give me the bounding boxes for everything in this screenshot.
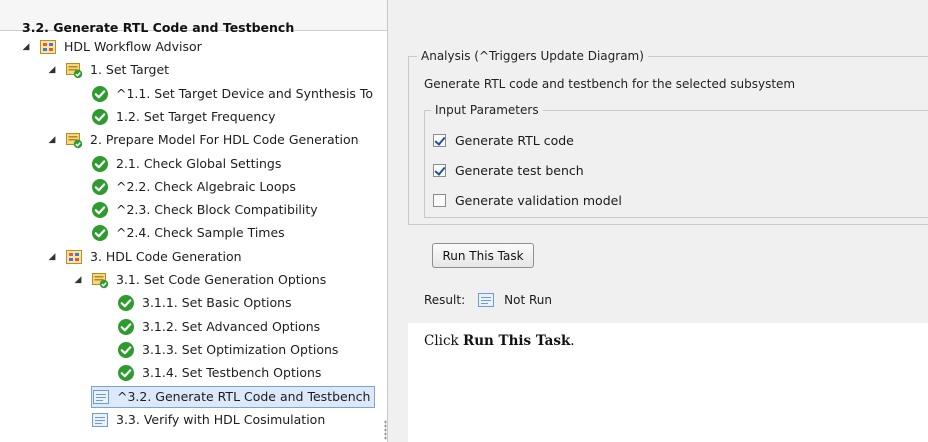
- tree-item-content[interactable]: ^2.2. Check Algebraic Loops: [91, 177, 296, 197]
- task-notrun-icon: [92, 388, 110, 406]
- output-link-text: Run This Task: [463, 333, 571, 349]
- expand-caret-icon[interactable]: ◢: [47, 135, 57, 145]
- tree-item-content[interactable]: 3.1. Set Code Generation Options: [91, 270, 326, 290]
- tree-item-content[interactable]: 2. Prepare Model For HDL Code Generation: [65, 130, 359, 150]
- tree-item[interactable]: ^2.4. Check Sample Times: [91, 222, 285, 244]
- tree-item-label: ^2.2. Check Algebraic Loops: [116, 178, 296, 194]
- generate-rtl-code-checkbox[interactable]: Generate RTL code: [433, 133, 574, 148]
- task-tree-pane: ◢ HDL Workflow Advisor ◢ 1. Set Target ^1.1.…: [0, 0, 388, 442]
- checkbox-label: Generate validation model: [455, 193, 622, 208]
- tree-item[interactable]: ^3.2. Generate RTL Code and Testbench: [91, 385, 376, 408]
- checkbox-box[interactable]: [433, 134, 446, 147]
- tree-item[interactable]: 2.1. Check Global Settings: [91, 153, 281, 175]
- output-suffix: .: [570, 333, 575, 349]
- tree-item-label: 1.2. Set Target Frequency: [116, 108, 276, 124]
- tree-item-label: 3.1.3. Set Optimization Options: [142, 341, 339, 357]
- tree-item-content[interactable]: 1. Set Target: [65, 60, 169, 80]
- checkbox-label: Generate test bench: [455, 163, 584, 178]
- folder-workflow-icon: [39, 38, 57, 56]
- check-pass-icon: [91, 108, 109, 126]
- tree-item[interactable]: 3.1.3. Set Optimization Options: [117, 339, 338, 361]
- generate-test-bench-checkbox[interactable]: Generate test bench: [433, 163, 584, 178]
- tree-item-label: ^3.2. Generate RTL Code and Testbench: [117, 388, 371, 404]
- tree-item-label: 2. Prepare Model For HDL Code Generation: [90, 132, 359, 148]
- task-title: 3.2. Generate RTL Code and Testbench: [22, 20, 295, 35]
- tree-item-label: 3.1. Set Code Generation Options: [116, 272, 327, 287]
- tree-item-content[interactable]: 1.2. Set Target Frequency: [91, 107, 276, 127]
- tree-item-label: 3. HDL Code Generation: [90, 248, 242, 264]
- tree-item-content[interactable]: ^2.4. Check Sample Times: [91, 223, 285, 243]
- checkbox-box[interactable]: [433, 194, 446, 207]
- tree-item-content[interactable]: 2.1. Check Global Settings: [91, 154, 281, 174]
- expand-caret-icon[interactable]: ◢: [47, 65, 57, 75]
- tree-item[interactable]: ◢ 3.1. Set Code Generation Options: [73, 269, 326, 291]
- tree-item[interactable]: 1.2. Set Target Frequency: [91, 106, 276, 128]
- tree-item[interactable]: 3.1.4. Set Testbench Options: [117, 362, 321, 384]
- tree-item-content[interactable]: 3.1.3. Set Optimization Options: [117, 340, 338, 360]
- check-pass-icon: [91, 155, 109, 173]
- task-description: Generate RTL code and testbench for the …: [424, 77, 796, 91]
- checkbox-label: Generate RTL code: [455, 133, 574, 148]
- folder-task-icon: [65, 61, 83, 79]
- tree-item-content[interactable]: ^3.2. Generate RTL Code and Testbench: [91, 385, 376, 408]
- tree-item-label: 3.1.2. Set Advanced Options: [142, 318, 321, 334]
- folder-workflow-icon: [65, 248, 83, 266]
- tree-item-content[interactable]: 3. HDL Code Generation: [65, 247, 242, 267]
- analysis-group-legend: Analysis (^Triggers Update Diagram): [417, 49, 648, 63]
- tree-item[interactable]: 3.1.2. Set Advanced Options: [117, 316, 320, 338]
- tree-item-label: ^2.4. Check Sample Times: [116, 225, 285, 241]
- expand-caret-icon[interactable]: ◢: [47, 252, 57, 262]
- task-notrun-icon: [477, 291, 495, 309]
- tree-item-label: HDL Workflow Advisor: [64, 39, 202, 54]
- check-pass-icon: [91, 178, 109, 196]
- task-notrun-icon: [91, 411, 109, 429]
- tree-item-label: 3.1.1. Set Basic Options: [142, 295, 292, 311]
- tree-item-content[interactable]: ^1.1. Set Target Device and Synthesis To: [91, 84, 373, 104]
- check-pass-icon: [117, 364, 135, 382]
- tree-item-label: 1. Set Target: [90, 62, 170, 78]
- tree-item[interactable]: ◢ 1. Set Target: [47, 59, 169, 81]
- tree-item[interactable]: ◢ 3. HDL Code Generation: [47, 246, 242, 268]
- check-pass-icon: [91, 201, 109, 219]
- expand-caret-icon[interactable]: ◢: [73, 275, 83, 285]
- check-pass-icon: [91, 85, 109, 103]
- check-pass-icon: [117, 318, 135, 336]
- tree-item-content[interactable]: HDL Workflow Advisor: [39, 37, 202, 57]
- tree-item[interactable]: 3.3. Verify with HDL Cosimulation: [91, 409, 325, 431]
- check-pass-icon: [117, 294, 135, 312]
- pane-splitter-handle[interactable]: [384, 420, 387, 440]
- folder-task-icon: [91, 271, 109, 289]
- tree-item[interactable]: ^2.3. Check Block Compatibility: [91, 199, 318, 221]
- tree-item-content[interactable]: 3.3. Verify with HDL Cosimulation: [91, 410, 325, 430]
- tree-item-content[interactable]: 3.1.4. Set Testbench Options: [117, 363, 321, 383]
- tree-item-label: 3.1.4. Set Testbench Options: [142, 365, 322, 381]
- input-parameters-legend: Input Parameters: [431, 103, 543, 117]
- generate-validation-model-checkbox[interactable]: Generate validation model: [433, 193, 622, 208]
- expand-caret-icon[interactable]: ◢: [21, 42, 31, 52]
- result-row: Result: Not Run: [424, 291, 552, 309]
- tree-item-content[interactable]: 3.1.1. Set Basic Options: [117, 293, 292, 313]
- tree-item[interactable]: ◢ 2. Prepare Model For HDL Code Generatio…: [47, 129, 359, 151]
- result-label: Result:: [424, 293, 466, 307]
- result-value: Not Run: [504, 293, 552, 307]
- check-pass-icon: [91, 224, 109, 242]
- run-this-task-button[interactable]: Run This Task: [432, 243, 534, 268]
- tree-item-label: ^2.3. Check Block Compatibility: [116, 202, 318, 218]
- checkbox-box[interactable]: [433, 164, 446, 177]
- tree-item-content[interactable]: ^2.3. Check Block Compatibility: [91, 200, 318, 220]
- tree-item[interactable]: ^2.2. Check Algebraic Loops: [91, 176, 296, 198]
- check-pass-icon: [117, 341, 135, 359]
- tree-item-label: 3.3. Verify with HDL Cosimulation: [116, 411, 326, 427]
- tree-item[interactable]: 3.1.1. Set Basic Options: [117, 292, 292, 314]
- output-message: Click Run This Task.: [424, 333, 575, 349]
- tree-item[interactable]: ◢ HDL Workflow Advisor: [21, 36, 202, 58]
- task-output-area: Click Run This Task.: [408, 323, 928, 442]
- tree-item-content[interactable]: 3.1.2. Set Advanced Options: [117, 317, 320, 337]
- tree-item-label: ^1.1. Set Target Device and Synthesis To: [116, 85, 374, 101]
- output-prefix: Click: [424, 333, 463, 349]
- tree-item-label: 2.1. Check Global Settings: [116, 155, 282, 171]
- folder-task-icon: [65, 131, 83, 149]
- tree-item[interactable]: ^1.1. Set Target Device and Synthesis To: [91, 83, 373, 105]
